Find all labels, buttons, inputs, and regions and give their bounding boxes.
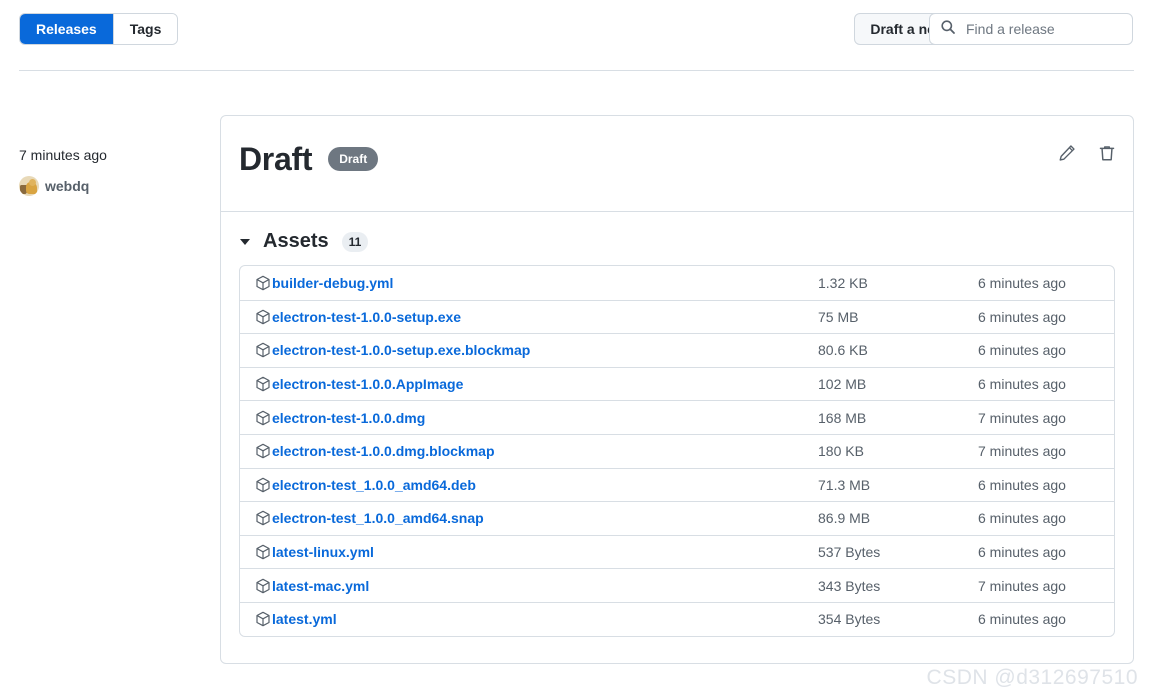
table-row[interactable]: electron-test_1.0.0_amd64.snap 86.9 MB 6 m… [240,501,1114,535]
asset-size: 180 KB [818,443,864,460]
package-icon [255,477,271,493]
table-row[interactable]: latest-linux.yml 537 Bytes 6 minutes ago [240,534,1114,569]
asset-download-link[interactable]: electron-test-1.0.0.dmg [272,410,425,426]
package-icon [255,309,271,325]
asset-size: 168 MB [818,409,867,426]
table-row[interactable]: builder-debug.yml 1.32 KB 6 minutes ago [240,266,1114,300]
asset-size: 537 Bytes [818,544,881,561]
package-icon [255,342,271,358]
pencil-icon [1058,144,1076,165]
asset-name-cell: electron-test-1.0.0-setup.exe [255,309,818,325]
asset-name-cell: electron-test_1.0.0_amd64.snap [255,510,818,526]
asset-download-link[interactable]: builder-debug.yml [272,275,393,291]
assets-label: Assets [263,230,329,252]
releases-page: Releases Tags Draft a new release 7 minu… [0,0,1154,698]
release-card-header: Draft Draft [221,116,1133,212]
author-name: webdq [45,178,90,194]
package-icon [255,578,271,594]
package-icon [255,611,271,627]
table-row[interactable]: latest.yml 354 Bytes 6 minutes ago [240,601,1114,636]
assets-header[interactable]: Assets 11 [240,230,1115,253]
asset-timestamp: 6 minutes ago [978,544,1066,561]
asset-size: 86.9 MB [818,510,871,527]
find-release-search[interactable] [929,13,1133,45]
asset-download-link[interactable]: electron-test-1.0.0-setup.exe.blockmap [272,342,530,358]
table-row[interactable]: electron-test-1.0.0.dmg.blockmap 180 KB 7 … [240,433,1114,468]
asset-name-cell: electron-test-1.0.0-setup.exe.blockmap [255,342,818,358]
table-row[interactable]: latest-mac.yml 343 Bytes 7 minutes ago [240,568,1114,602]
asset-size: 1.32 KB [818,274,868,291]
release-card-body: Assets 11 builder-debug.yml 1.32 KB 6 minu… [221,212,1133,663]
release-meta-column: 7 minutes ago webdq [19,145,199,196]
page-title: Draft [239,141,313,177]
asset-download-link[interactable]: latest-mac.yml [272,578,369,594]
release-author[interactable]: webdq [19,176,199,196]
release-card-actions [1057,144,1117,164]
page-toolbar: Releases Tags Draft a new release [0,0,1154,70]
package-icon [255,410,271,426]
asset-download-link[interactable]: latest-linux.yml [272,544,374,560]
asset-name-cell: latest.yml [255,611,818,627]
asset-download-link[interactable]: electron-test-1.0.0-setup.exe [272,309,461,325]
asset-download-link[interactable]: electron-test-1.0.0.AppImage [272,376,463,392]
asset-size: 102 MB [818,376,867,393]
tab-releases[interactable]: Releases [20,14,113,44]
asset-download-link[interactable]: electron-test_1.0.0_amd64.snap [272,510,484,526]
asset-timestamp: 6 minutes ago [978,342,1066,359]
asset-download-link[interactable]: latest.yml [272,611,337,627]
package-icon [255,376,271,392]
package-icon [255,544,271,560]
delete-release-button[interactable] [1097,144,1117,164]
package-icon [255,443,271,459]
package-icon [255,510,271,526]
asset-name-cell: latest-mac.yml [255,578,818,594]
asset-timestamp: 6 minutes ago [978,308,1066,325]
caret-down-icon[interactable] [240,238,250,245]
asset-size: 71.3 MB [818,476,871,493]
tab-tags[interactable]: Tags [113,14,178,44]
release-timestamp: 7 minutes ago [19,147,107,163]
table-row[interactable]: electron-test-1.0.0-setup.exe 75 MB 6 minu… [240,299,1114,334]
asset-name-cell: electron-test-1.0.0.AppImage [255,376,818,392]
avatar [19,176,39,196]
asset-size: 343 Bytes [818,577,881,594]
package-icon [255,275,271,291]
search-input[interactable] [964,20,1122,38]
table-row[interactable]: electron-test-1.0.0.dmg 168 MB 7 minutes a… [240,400,1114,434]
asset-size: 75 MB [818,308,859,325]
asset-size: 80.6 KB [818,342,868,359]
asset-timestamp: 6 minutes ago [978,510,1066,527]
edit-release-button[interactable] [1057,144,1077,164]
trash-icon [1098,144,1116,165]
asset-timestamp: 6 minutes ago [978,611,1066,628]
asset-timestamp: 6 minutes ago [978,476,1066,493]
asset-timestamp: 6 minutes ago [978,274,1066,291]
releases-tags-toggle: Releases Tags [19,13,179,45]
toolbar-divider [19,70,1134,71]
status-badge: Draft [328,147,379,171]
assets-table: builder-debug.yml 1.32 KB 6 minutes ago ele… [239,265,1115,637]
asset-name-cell: electron-test-1.0.0.dmg [255,410,818,426]
search-icon [940,19,956,40]
asset-size: 354 Bytes [818,611,881,628]
watermark: CSDN @d312697510 [926,666,1138,689]
asset-name-cell: electron-test_1.0.0_amd64.deb [255,477,818,493]
table-row[interactable]: electron-test-1.0.0-setup.exe.blockmap 80… [240,333,1114,367]
asset-name-cell: latest-linux.yml [255,544,818,560]
asset-name-cell: builder-debug.yml [255,275,818,291]
asset-timestamp: 7 minutes ago [978,577,1066,594]
assets-count-badge: 11 [341,231,369,252]
release-title-row: Draft Draft [239,140,1117,178]
release-card: Draft Draft Assets 11 builder-debug.yml … [220,115,1134,664]
asset-name-cell: electron-test-1.0.0.dmg.blockmap [255,443,818,459]
asset-timestamp: 6 minutes ago [978,376,1066,393]
table-row[interactable]: electron-test-1.0.0.AppImage 102 MB 6 minu… [240,366,1114,401]
asset-download-link[interactable]: electron-test_1.0.0_amd64.deb [272,477,476,493]
asset-download-link[interactable]: electron-test-1.0.0.dmg.blockmap [272,443,495,459]
asset-timestamp: 7 minutes ago [978,443,1066,460]
asset-timestamp: 7 minutes ago [978,409,1066,426]
table-row[interactable]: electron-test_1.0.0_amd64.deb 71.3 MB 6 mi… [240,467,1114,502]
